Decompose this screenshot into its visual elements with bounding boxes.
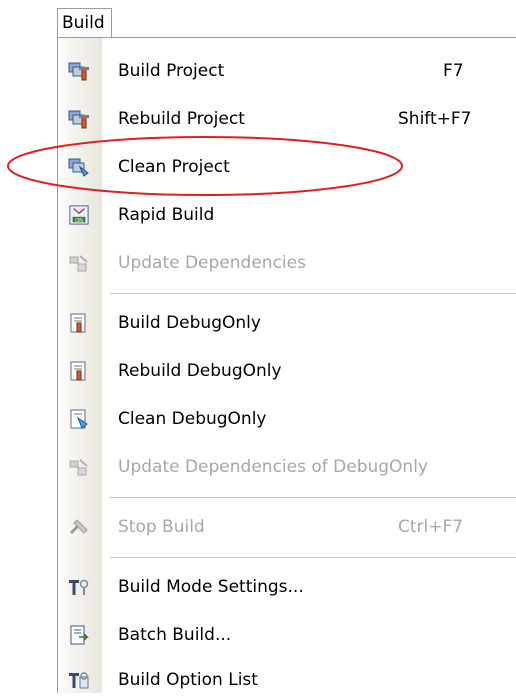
update-dependencies-icon xyxy=(69,255,88,272)
menu-tab-label: Build xyxy=(62,13,105,33)
menu-item-rebuild-debugonly[interactable]: Rebuild DebugOnly xyxy=(58,353,516,389)
menu-item-update-dependencies[interactable]: Update Dependencies xyxy=(58,245,516,281)
menu-tab-build[interactable]: Build xyxy=(57,8,112,38)
svg-text:ON: ON xyxy=(75,218,83,224)
menu-item-update-dependencies-debugonly[interactable]: Update Dependencies of DebugOnly xyxy=(58,449,516,485)
menu-item-clean-debugonly[interactable]: Clean DebugOnly xyxy=(58,401,516,437)
rebuild-debugonly-icon xyxy=(70,361,86,381)
rapid-build-icon: ON xyxy=(69,205,89,225)
menu-item-rebuild-project[interactable]: Rebuild Project Shift+F7 xyxy=(58,101,516,137)
menu-item-build-debugonly[interactable]: Build DebugOnly xyxy=(58,305,516,341)
build-mode-settings-icon xyxy=(69,579,89,595)
clean-project-icon xyxy=(68,158,89,177)
update-dependencies-debugonly-icon xyxy=(69,459,88,476)
menu-separator xyxy=(110,497,516,498)
menu-separator xyxy=(110,293,516,294)
menu-separator xyxy=(110,557,516,558)
menu-item-rapid-build[interactable]: ON Rapid Build xyxy=(58,197,516,233)
rebuild-project-icon xyxy=(68,110,89,129)
clean-debugonly-icon xyxy=(70,409,88,429)
stop-build-icon xyxy=(69,519,88,535)
build-debugonly-icon xyxy=(70,313,86,333)
menu-item-stop-build[interactable]: Stop Build Ctrl+F7 xyxy=(58,509,516,545)
menu-item-build-mode-settings[interactable]: Build Mode Settings... xyxy=(58,569,516,605)
batch-build-icon xyxy=(70,625,89,645)
menu-item-clean-project[interactable]: Clean Project xyxy=(58,149,516,185)
build-dropdown-menu: Build Project F7 Rebuild Project Shift+F… xyxy=(57,37,516,693)
build-project-icon xyxy=(68,62,89,81)
menu-item-batch-build[interactable]: Batch Build... xyxy=(58,617,516,653)
menu-item-build-project[interactable]: Build Project F7 xyxy=(58,53,516,89)
build-option-list-icon xyxy=(69,672,89,689)
